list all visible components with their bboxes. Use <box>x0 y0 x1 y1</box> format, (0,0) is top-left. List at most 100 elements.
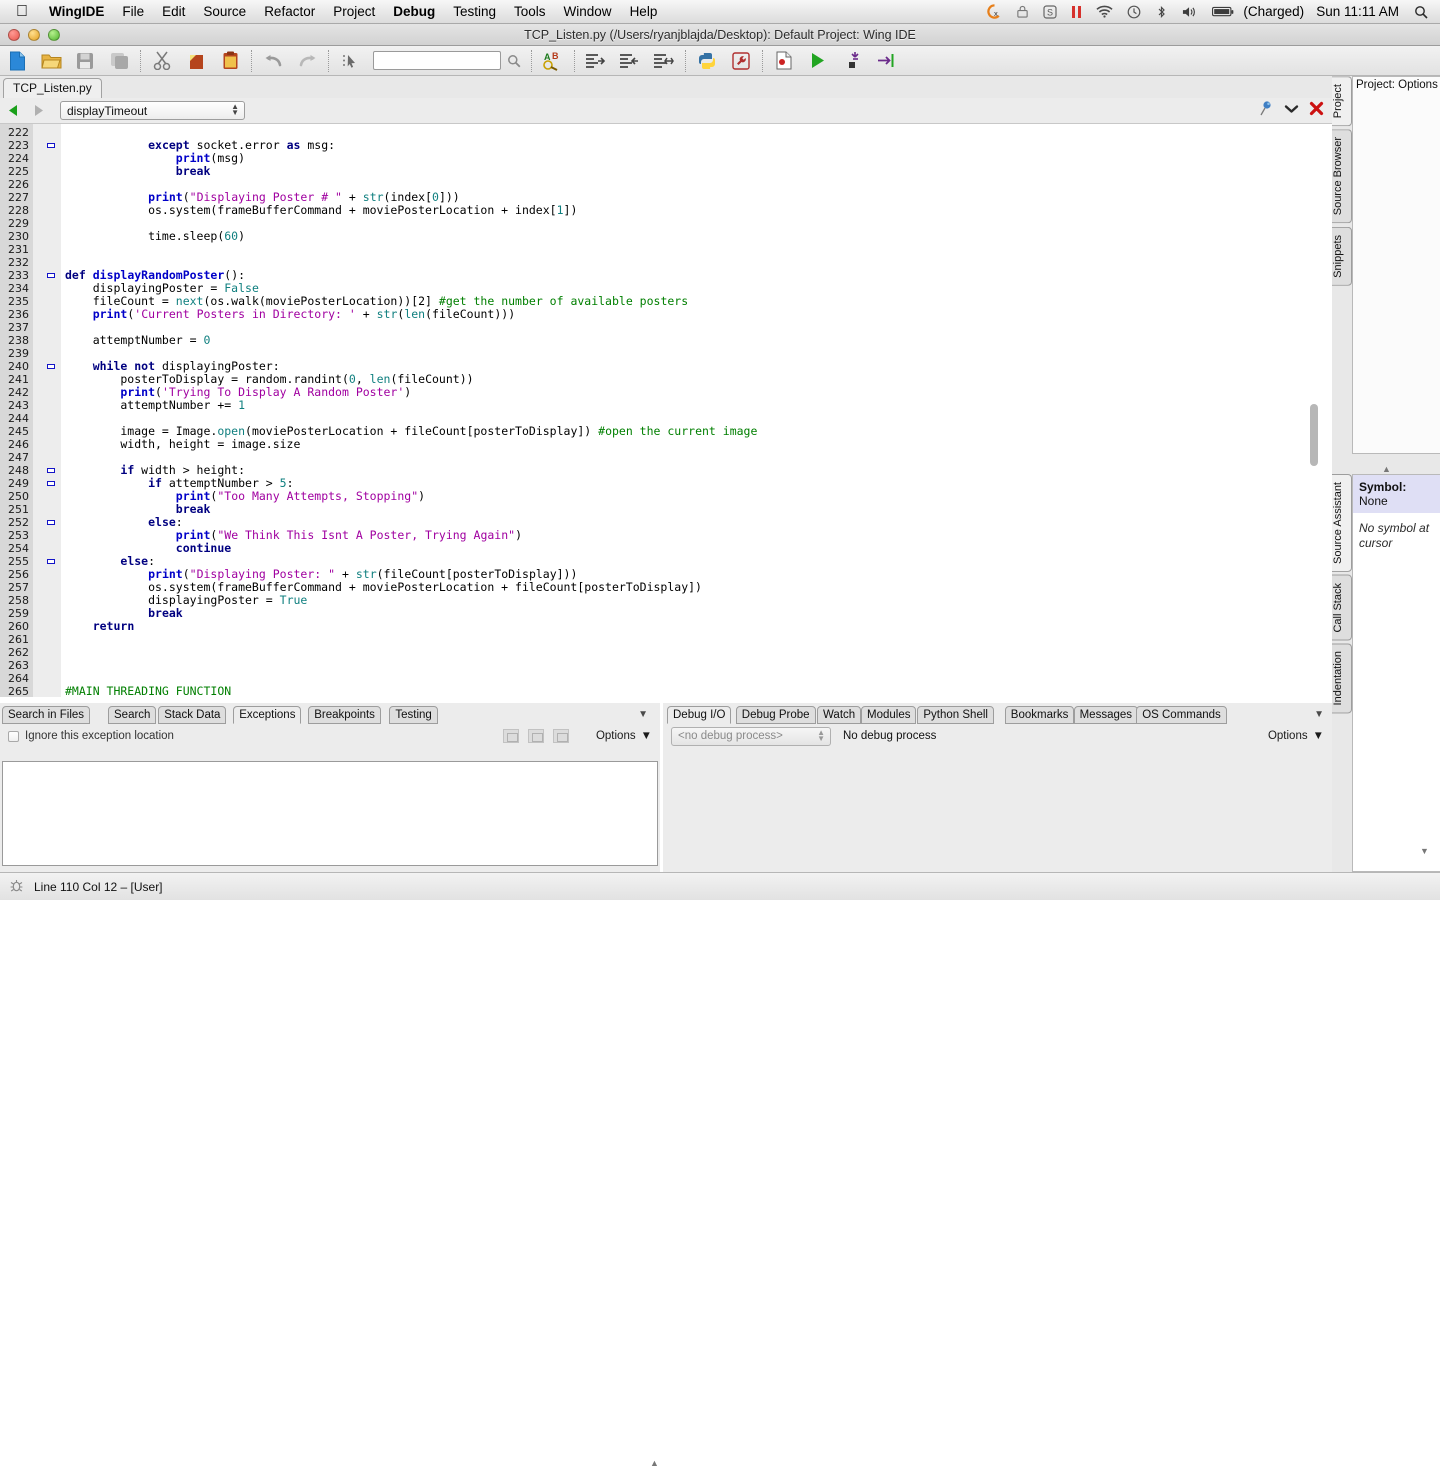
tab-modules[interactable]: Modules <box>861 706 917 724</box>
exception-detail-textarea[interactable] <box>2 761 658 866</box>
code-line[interactable]: os.system(frameBufferCommand + moviePost… <box>65 204 577 217</box>
debug-process-select[interactable]: <no debug process> ▲ ▼ <box>671 726 831 746</box>
bluetooth-icon[interactable] <box>1148 0 1175 24</box>
split-vertical-icon[interactable] <box>552 729 569 743</box>
menu-item-debug[interactable]: Debug <box>384 0 444 24</box>
pushpin-icon[interactable] <box>1259 100 1274 121</box>
code-line[interactable]: time.sleep(60) <box>65 230 245 243</box>
exceptions-options-button[interactable]: Options ▼ <box>596 730 652 742</box>
menu-item-edit[interactable]: Edit <box>153 0 194 24</box>
indent-left-button[interactable] <box>613 47 647 75</box>
editor-scrollbar-thumb[interactable] <box>1310 404 1318 466</box>
code-line[interactable]: width, height = image.size <box>65 438 300 451</box>
lock-icon[interactable] <box>1009 0 1036 24</box>
indent-both-button[interactable] <box>647 47 681 75</box>
menu-item-project[interactable]: Project <box>324 0 384 24</box>
tab-messages[interactable]: Messages <box>1073 706 1139 724</box>
sidebar-scroll-down-icon[interactable]: ▼ <box>1420 846 1429 856</box>
step-into-button[interactable] <box>835 47 869 75</box>
tab-watch[interactable]: Watch <box>817 706 862 724</box>
tab-stack-data[interactable]: Stack Data <box>158 706 227 724</box>
sidebar-tab-source-browser[interactable]: Source Browser <box>1332 129 1352 224</box>
fold-toggle-icon[interactable] <box>47 273 55 278</box>
nav-back-button[interactable] <box>0 101 26 121</box>
new-file-button[interactable] <box>0 47 34 75</box>
tab-testing[interactable]: Testing <box>389 706 438 724</box>
sidebar-tab-source-assistant[interactable]: Source Assistant <box>1332 474 1352 572</box>
menu-item-source[interactable]: Source <box>194 0 255 24</box>
menu-item-wingide[interactable]: WingIDE <box>40 0 113 24</box>
menu-item-tools[interactable]: Tools <box>505 0 555 24</box>
save-button[interactable] <box>68 47 102 75</box>
sidebar-resize-icon[interactable]: ▲ <box>1382 464 1391 474</box>
chevron-down-icon[interactable] <box>1284 102 1299 120</box>
indent-right-button[interactable] <box>579 47 613 75</box>
search-input[interactable] <box>373 51 501 70</box>
fold-toggle-icon[interactable] <box>47 364 55 369</box>
menu-item-window[interactable]: Window <box>555 0 621 24</box>
code-editor[interactable]: 222 223 224 225 226 227 228 229 230 231 232 233 234 2… <box>0 124 1332 697</box>
code-line[interactable]: attemptNumber = 0 <box>65 334 211 347</box>
save-all-button[interactable] <box>102 47 136 75</box>
bottom-left-collapse-icon[interactable]: ▼ <box>638 709 648 720</box>
magnifier-icon[interactable] <box>501 54 527 68</box>
tab-bookmarks[interactable]: Bookmarks <box>1004 706 1075 724</box>
tab-breakpoints[interactable]: Breakpoints <box>308 706 381 724</box>
menu-item-testing[interactable]: Testing <box>444 0 505 24</box>
pause-bars-icon[interactable] <box>1064 0 1089 24</box>
code-line[interactable]: #MAIN THREADING FUNCTION <box>65 685 231 698</box>
editor-vertical-scrollbar[interactable] <box>1308 124 1320 697</box>
code-line[interactable]: print('Current Posters in Directory: ' +… <box>65 308 515 321</box>
bottom-right-collapse-icon[interactable]: ▼ <box>1314 709 1324 720</box>
breakpoint-doc-button[interactable] <box>767 47 801 75</box>
crashplan-icon[interactable]: x <box>980 0 1009 24</box>
tab-os-commands[interactable]: OS Commands <box>1136 706 1227 724</box>
code-line[interactable]: return <box>65 620 135 633</box>
tab-python-shell[interactable]: Python Shell <box>917 706 994 724</box>
battery-icon[interactable] <box>1205 0 1241 24</box>
timemachine-icon[interactable] <box>1120 0 1148 24</box>
ignore-exception-checkbox[interactable] <box>8 730 19 742</box>
tab-debug-probe[interactable]: Debug Probe <box>735 706 816 724</box>
paste-clipboard-button[interactable] <box>213 47 247 75</box>
sidebar-tab-snippets[interactable]: Snippets <box>1332 226 1352 286</box>
spotlight-search-icon[interactable] <box>1407 0 1440 24</box>
red-x-close-icon[interactable] <box>1309 101 1324 121</box>
copy-button[interactable] <box>179 47 213 75</box>
menubar-clock[interactable]: Sun 11:11 AM <box>1308 4 1407 19</box>
tab-search[interactable]: Search <box>108 706 157 724</box>
split-horizontal-icon[interactable] <box>502 729 519 743</box>
pointer-button[interactable] <box>333 47 367 75</box>
menu-item-file[interactable]: File <box>113 0 153 24</box>
tab-debug-i-o[interactable]: Debug I/O <box>667 706 732 724</box>
tab-search-in-files[interactable]: Search in Files <box>2 706 91 724</box>
code-line[interactable]: break <box>65 165 211 178</box>
editor-tab-tcp-listen[interactable]: TCP_Listen.py <box>3 78 102 98</box>
sidebar-tab-call-stack[interactable]: Call Stack <box>1332 574 1352 641</box>
code-line[interactable]: attemptNumber += 1 <box>65 399 245 412</box>
open-folder-button[interactable] <box>34 47 68 75</box>
run-button[interactable] <box>801 47 835 75</box>
menu-item-refactor[interactable]: Refactor <box>255 0 324 24</box>
python-shell-button[interactable] <box>690 47 724 75</box>
fold-toggle-icon[interactable] <box>47 143 55 148</box>
fold-toggle-icon[interactable] <box>47 559 55 564</box>
sidebar-tab-project[interactable]: Project <box>1332 76 1352 127</box>
debug-options-button[interactable]: Options ▼ <box>1268 730 1324 742</box>
menu-item-help[interactable]: Help <box>621 0 667 24</box>
apple-logo-icon[interactable]:  <box>16 3 28 20</box>
exception-pane-resize-icon[interactable]: ▲ <box>650 1458 659 1468</box>
bug-icon[interactable] <box>9 878 24 896</box>
code-text-area[interactable]: except socket.error as msg: print(msg) b… <box>61 124 1332 697</box>
redo-button[interactable] <box>290 47 324 75</box>
ab-replace-button[interactable]: AB <box>536 47 570 75</box>
fold-toggle-icon[interactable] <box>47 520 55 525</box>
code-fold-gutter[interactable] <box>33 124 61 697</box>
fold-toggle-icon[interactable] <box>47 481 55 486</box>
cut-button[interactable] <box>145 47 179 75</box>
nav-forward-button[interactable] <box>26 101 52 121</box>
step-out-button[interactable] <box>869 47 903 75</box>
symbol-select[interactable]: displayTimeout ▲ ▼ <box>60 101 245 120</box>
fold-toggle-icon[interactable] <box>47 468 55 473</box>
sophos-icon[interactable]: S <box>1036 0 1064 24</box>
